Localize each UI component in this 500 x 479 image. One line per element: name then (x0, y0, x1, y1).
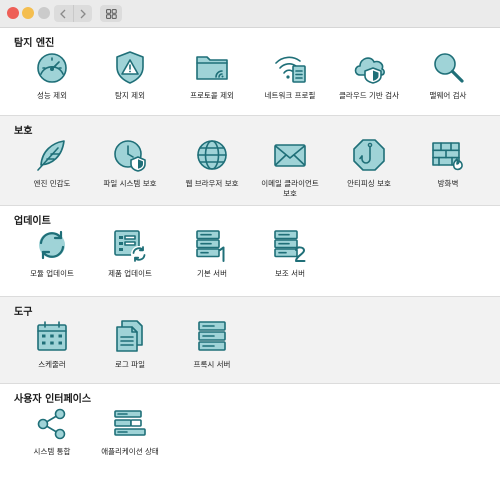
globe-icon (197, 140, 227, 170)
pref-item-label: 안티피싱 보호 (347, 179, 391, 188)
pref-item-label: 파일 시스템 보호 (103, 179, 157, 188)
section-3: 업데이트모듈 업데이트 제품 업데이트 기본 서버 보조 서버 (0, 206, 500, 297)
pref-item-label: 맬웨어 검사 (429, 91, 467, 100)
pref-item-documents[interactable]: 로그 파일 (90, 318, 170, 370)
server-2-icon (274, 230, 306, 262)
magnifier-icon (434, 53, 464, 83)
pref-item-hook-octagon[interactable]: 안티피싱 보호 (329, 137, 409, 189)
pref-item-envelope[interactable]: 이메일 클라이언트 보호 (250, 137, 330, 199)
pref-item-app-status[interactable]: 애플리케이션 상태 (90, 405, 170, 457)
calendar-icon (37, 321, 67, 351)
documents-icon (116, 320, 143, 352)
pref-item-label: 모듈 업데이트 (30, 269, 74, 278)
section-4: 도구스케줄러 로그 파일 프록시 서버 (0, 297, 500, 384)
minimize-window-button[interactable] (22, 7, 34, 19)
pref-item-label: 탐지 제외 (115, 91, 145, 100)
pref-item-label: 클라우드 기반 검사 (339, 91, 399, 100)
section-title: 사용자 인터페이스 (14, 394, 92, 405)
pref-item-label: 네트워크 프로필 (264, 91, 316, 100)
section-title: 업데이트 (14, 216, 51, 227)
pref-item-proxy-server[interactable]: 프록시 서버 (172, 318, 252, 370)
pref-item-folder-signal[interactable]: 프로토콜 제외 (172, 49, 252, 101)
firewall-icon (432, 142, 463, 171)
show-all-button[interactable] (100, 5, 122, 22)
section-title: 도구 (14, 307, 33, 318)
sync-icon (39, 230, 65, 260)
pref-item-label: 시스템 통합 (33, 447, 71, 456)
pref-item-globe[interactable]: 웹 브라우저 보호 (172, 137, 252, 189)
pref-item-share-nodes[interactable]: 시스템 통합 (12, 405, 92, 457)
pref-item-label: 기본 서버 (197, 269, 227, 278)
server-1-icon (196, 230, 225, 262)
pref-item-label: 제품 업데이트 (108, 269, 152, 278)
pref-item-speedometer[interactable]: 성능 제외 (12, 49, 92, 101)
pref-item-label: 프록시 서버 (193, 360, 231, 369)
section-2: 보호엔진 민감도 파일 시스템 보호 웹 브라우저 보호 이메일 클라이언트 보호 안티피… (0, 116, 500, 206)
pref-item-label: 웹 브라우저 보호 (185, 179, 239, 188)
grid-icon (105, 8, 117, 19)
share-nodes-icon (37, 408, 66, 440)
forward-button[interactable] (74, 5, 93, 22)
wifi-profile-icon (275, 56, 306, 83)
pref-item-server-1[interactable]: 기본 서버 (172, 227, 252, 279)
close-window-button[interactable] (7, 7, 19, 19)
zoom-window-button[interactable] (38, 7, 50, 19)
shield-warning-icon (116, 51, 144, 84)
folder-signal-icon (196, 56, 228, 80)
pref-item-calendar[interactable]: 스케줄러 (12, 318, 92, 370)
pref-item-feather[interactable]: 엔진 민감도 (12, 137, 92, 189)
chevron-right-icon (80, 9, 86, 18)
feather-icon (37, 140, 65, 171)
pref-item-label: 보조 서버 (275, 269, 305, 278)
section-1: 탐지 엔진성능 제외 탐지 제외 프로토콜 제외 네트워크 프로필 클라우드 기반 검사… (0, 28, 500, 116)
pref-item-label: 스케줄러 (38, 360, 66, 369)
pref-item-server-2[interactable]: 보조 서버 (250, 227, 330, 279)
pref-item-magnifier[interactable]: 맬웨어 검사 (408, 49, 488, 101)
pref-item-label: 엔진 민감도 (33, 179, 71, 188)
speedometer-icon (37, 53, 67, 83)
chevron-left-icon (60, 9, 66, 18)
back-button[interactable] (54, 5, 73, 22)
pref-item-wifi-profile[interactable]: 네트워크 프로필 (250, 49, 330, 101)
app-update-icon (114, 230, 147, 262)
navigation-buttons (54, 5, 92, 22)
pref-item-label: 성능 제외 (37, 91, 67, 100)
app-status-icon (114, 410, 146, 436)
hook-octagon-icon (353, 139, 385, 171)
pref-item-app-update[interactable]: 제품 업데이트 (90, 227, 170, 279)
pref-item-shield-warning[interactable]: 탐지 제외 (90, 49, 170, 101)
pref-item-firewall[interactable]: 방화벽 (408, 137, 488, 189)
pref-item-label: 애플리케이션 상태 (101, 447, 159, 456)
pref-item-label: 이메일 클라이언트 보호 (261, 179, 319, 198)
pref-item-label: 로그 파일 (115, 360, 145, 369)
proxy-server-icon (198, 321, 226, 351)
pref-item-label: 프로토콜 제외 (190, 91, 234, 100)
title-bar (0, 0, 500, 28)
cloud-shield-icon (354, 57, 385, 84)
section-title: 보호 (14, 126, 33, 137)
clock-shield-icon (114, 140, 146, 172)
section-5: 사용자 인터페이스시스템 통합 애플리케이션 상태 (0, 384, 500, 479)
envelope-icon (274, 144, 306, 167)
preferences-window: 탐지 엔진성능 제외 탐지 제외 프로토콜 제외 네트워크 프로필 클라우드 기반 검사… (0, 0, 500, 479)
section-title: 탐지 엔진 (14, 38, 55, 49)
pref-item-cloud-shield[interactable]: 클라우드 기반 검사 (329, 49, 409, 101)
pref-item-clock-shield[interactable]: 파일 시스템 보호 (90, 137, 170, 189)
pref-item-sync[interactable]: 모듈 업데이트 (12, 227, 92, 279)
pref-item-label: 방화벽 (437, 179, 459, 188)
